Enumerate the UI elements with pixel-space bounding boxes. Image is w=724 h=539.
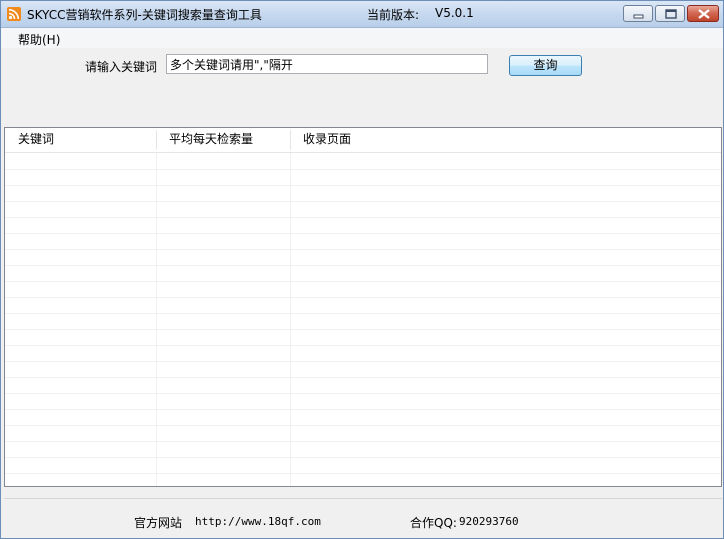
menu-help[interactable]: 帮助(H) (18, 31, 60, 48)
close-button[interactable] (687, 5, 719, 22)
row-gridline (5, 441, 721, 442)
row-gridline (5, 201, 721, 202)
keyword-label: 请输入关键词 (85, 60, 158, 74)
row-gridline (5, 393, 721, 394)
column-gridline (290, 153, 291, 486)
row-gridline (5, 361, 721, 362)
query-button[interactable]: 查询 (509, 55, 582, 76)
rss-app-icon[interactable] (7, 7, 21, 21)
row-gridline (5, 425, 721, 426)
keyword-input[interactable] (166, 54, 488, 74)
row-gridline (5, 185, 721, 186)
row-gridline (5, 313, 721, 314)
version-label: 当前版本: (367, 8, 420, 22)
footer-divider (4, 498, 722, 499)
window-title: SKYCC营销软件系列-关键词搜索量查询工具 (27, 8, 262, 22)
minimize-icon (633, 14, 644, 19)
row-gridline (5, 265, 721, 266)
row-gridline (5, 473, 721, 474)
row-gridline (5, 281, 721, 282)
minimize-button[interactable] (623, 5, 653, 22)
row-gridline (5, 169, 721, 170)
column-header-daily-searches[interactable]: 平均每天检索量 (169, 129, 253, 151)
column-header-keyword[interactable]: 关键词 (18, 129, 54, 151)
row-gridline (5, 377, 721, 378)
close-icon (698, 9, 710, 19)
row-gridline (5, 297, 721, 298)
site-url-link[interactable]: http://www.18qf.com (195, 515, 321, 528)
column-header-indexed-pages[interactable]: 收录页面 (303, 129, 351, 151)
app-window: SKYCC营销软件系列-关键词搜索量查询工具 当前版本: V5.0.1 帮助(H… (0, 0, 724, 539)
maximize-icon (665, 9, 677, 19)
row-gridline (5, 457, 721, 458)
list-body[interactable] (5, 153, 721, 486)
column-gridline (156, 153, 157, 486)
row-gridline (5, 409, 721, 410)
site-label: 官方网站 (134, 516, 183, 530)
row-gridline (5, 249, 721, 250)
menu-bar: 帮助(H) (1, 28, 723, 48)
title-bar[interactable]: SKYCC营销软件系列-关键词搜索量查询工具 当前版本: V5.0.1 (1, 1, 723, 28)
column-divider[interactable] (156, 130, 157, 150)
column-divider[interactable] (290, 130, 291, 150)
results-list[interactable]: 关键词 平均每天检索量 收录页面 (4, 127, 722, 487)
maximize-button[interactable] (655, 5, 685, 22)
row-gridline (5, 329, 721, 330)
row-gridline (5, 345, 721, 346)
qq-number: 920293760 (459, 515, 519, 528)
qq-label: 合作QQ: (410, 516, 457, 530)
list-header: 关键词 平均每天检索量 收录页面 (5, 128, 721, 153)
row-gridline (5, 217, 721, 218)
row-gridline (5, 233, 721, 234)
version-value: V5.0.1 (435, 6, 474, 20)
